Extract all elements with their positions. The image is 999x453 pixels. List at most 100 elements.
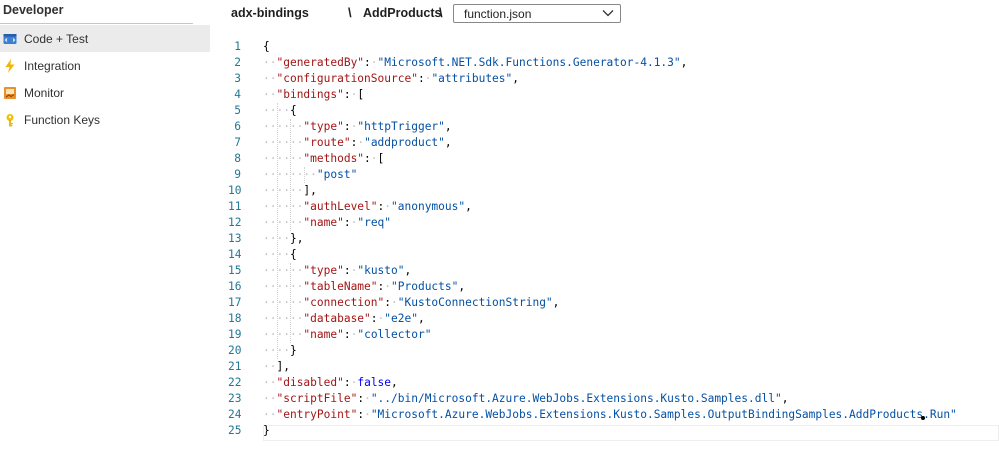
code-text: ······"database":·"e2e",	[263, 312, 425, 325]
line-number: 2	[234, 56, 241, 69]
line-number: 18	[228, 312, 242, 325]
sidebar-divider	[0, 23, 193, 24]
line-number: 17	[228, 296, 242, 309]
code-test-icon	[3, 32, 17, 46]
line-number: 19	[228, 328, 242, 341]
code-line[interactable]: 1{	[228, 39, 999, 55]
code-line[interactable]: 23 ··"scriptFile":·"../bin/Microsoft.Azur…	[228, 391, 999, 407]
code-text: ··"generatedBy":·"Microsoft.NET.Sdk.Func…	[263, 56, 688, 69]
code-editor[interactable]: 1{2 ··"generatedBy":·"Microsoft.NET.Sdk.F…	[228, 37, 999, 447]
code-text: ······"authLevel":·"anonymous",	[263, 200, 472, 213]
breadcrumb-separator: \	[439, 5, 443, 20]
line-number: 23	[228, 392, 242, 405]
code-text: ··"bindings":·[	[263, 88, 365, 101]
code-text: ······"route":·"addproduct",	[263, 136, 452, 149]
code-text: ······"tableName":·"Products",	[263, 280, 466, 293]
code-text: ··"entryPoint":·"Microsoft.Azure.WebJobs…	[263, 408, 957, 421]
file-select-dropdown[interactable]: function.json	[453, 4, 621, 23]
line-number: 5	[234, 104, 241, 117]
indent-guide	[290, 119, 291, 231]
line-number: 11	[228, 200, 242, 213]
line-number: 1	[234, 40, 241, 53]
line-number: 15	[228, 264, 242, 277]
chevron-down-icon	[602, 10, 614, 17]
line-number: 9	[234, 168, 241, 181]
line-number: 13	[228, 232, 242, 245]
line-number: 21	[228, 360, 242, 373]
code-line[interactable]: 21 ··],	[228, 359, 999, 375]
code-line[interactable]: 10 ······],	[228, 183, 999, 199]
sidebar-item-label: Integration	[24, 58, 81, 73]
line-number: 12	[228, 216, 242, 229]
sidebar: Developer Code + Test Integration Monito…	[0, 0, 210, 453]
line-number: 3	[234, 72, 241, 85]
code-line[interactable]: 5 ····{	[228, 103, 999, 119]
sidebar-item-function-keys[interactable]: Function Keys	[0, 106, 210, 133]
code-line[interactable]: 12 ······"name":·"req"	[228, 215, 999, 231]
code-line[interactable]: 17 ······"connection":·"KustoConnectionSt…	[228, 295, 999, 311]
code-text: }	[263, 424, 270, 437]
code-line[interactable]: 13 ····},	[228, 231, 999, 247]
breadcrumb-separator: \	[348, 5, 352, 20]
code-line[interactable]: 7 ······"route":·"addproduct",	[228, 135, 999, 151]
file-select-value: function.json	[464, 7, 532, 21]
code-line[interactable]: 15 ······"type":·"kusto",	[228, 263, 999, 279]
indent-guide	[276, 103, 278, 359]
line-number: 8	[234, 152, 241, 165]
sidebar-item-label: Monitor	[24, 85, 65, 100]
code-line[interactable]: 9 ········"post"	[228, 167, 999, 183]
breadcrumb-app-name[interactable]: adx-bindings	[231, 6, 309, 20]
code-text: ······"type":·"kusto",	[263, 264, 412, 277]
key-icon	[3, 113, 17, 127]
line-number: 24	[228, 408, 242, 421]
line-number: 22	[228, 376, 242, 389]
line-number: 14	[228, 248, 242, 261]
line-number: 20	[228, 344, 242, 357]
code-line[interactable]: 8 ······"methods":·[	[228, 151, 999, 167]
monitor-icon	[3, 86, 17, 100]
line-number: 16	[228, 280, 242, 293]
code-text: ··"configurationSource":·"attributes",	[263, 72, 520, 85]
sidebar-item-label: Function Keys	[24, 112, 101, 127]
code-line[interactable]: 6 ······"type":·"httpTrigger",	[228, 119, 999, 135]
code-text: ······"name":·"collector"	[263, 328, 432, 341]
line-number: 6	[234, 120, 241, 133]
code-line[interactable]: 16 ······"tableName":·"Products",	[228, 279, 999, 295]
code-line[interactable]: 4 ··"bindings":·[	[228, 87, 999, 103]
code-text: ······"name":·"req"	[263, 216, 392, 229]
code-text: ··"disabled":·false,	[263, 376, 398, 389]
indent-guide	[303, 167, 305, 183]
code-text: ··],	[263, 360, 290, 373]
line-number: 7	[234, 136, 241, 149]
code-line[interactable]: 25}	[228, 423, 999, 439]
code-text: ··"scriptFile":·"../bin/Microsoft.Azure.…	[263, 392, 789, 405]
code-text: ······"connection":·"KustoConnectionStri…	[263, 296, 560, 309]
line-number: 25	[228, 424, 242, 437]
code-text: ····{	[263, 248, 297, 261]
sidebar-item-monitor[interactable]: Monitor	[0, 79, 210, 106]
line-number: 4	[234, 88, 241, 101]
code-line[interactable]: 2 ··"generatedBy":·"Microsoft.NET.Sdk.Fun…	[228, 55, 999, 71]
sidebar-item-integration[interactable]: Integration	[0, 52, 210, 79]
code-text: ······"type":·"httpTrigger",	[263, 120, 452, 133]
code-line[interactable]: 11 ······"authLevel":·"anonymous",	[228, 199, 999, 215]
code-text: {	[263, 40, 270, 53]
sidebar-header: Developer	[3, 3, 64, 17]
code-line[interactable]: 20 ····}	[228, 343, 999, 359]
sidebar-item-code-test[interactable]: Code + Test	[0, 25, 210, 52]
code-line[interactable]: 14 ····{	[228, 247, 999, 263]
code-line[interactable]: 3 ··"configurationSource":·"attributes",	[228, 71, 999, 87]
line-number: 10	[228, 184, 242, 197]
code-line[interactable]: 18 ······"database":·"e2e",	[228, 311, 999, 327]
lightning-icon	[3, 58, 17, 73]
sidebar-item-label: Code + Test	[24, 31, 89, 46]
code-text: ····}	[263, 344, 297, 357]
code-text: ····},	[263, 232, 304, 245]
code-line[interactable]: 24 ··"entryPoint":·"Microsoft.Azure.WebJo…	[228, 407, 999, 423]
code-text: ······"methods":·[	[263, 152, 385, 165]
breadcrumb-function-name[interactable]: AddProducts	[363, 6, 441, 20]
code-text: ····{	[263, 104, 297, 117]
code-line[interactable]: 19 ······"name":·"collector"	[228, 327, 999, 343]
code-line[interactable]: 22 ··"disabled":·false,	[228, 375, 999, 391]
indent-guide	[290, 263, 291, 343]
